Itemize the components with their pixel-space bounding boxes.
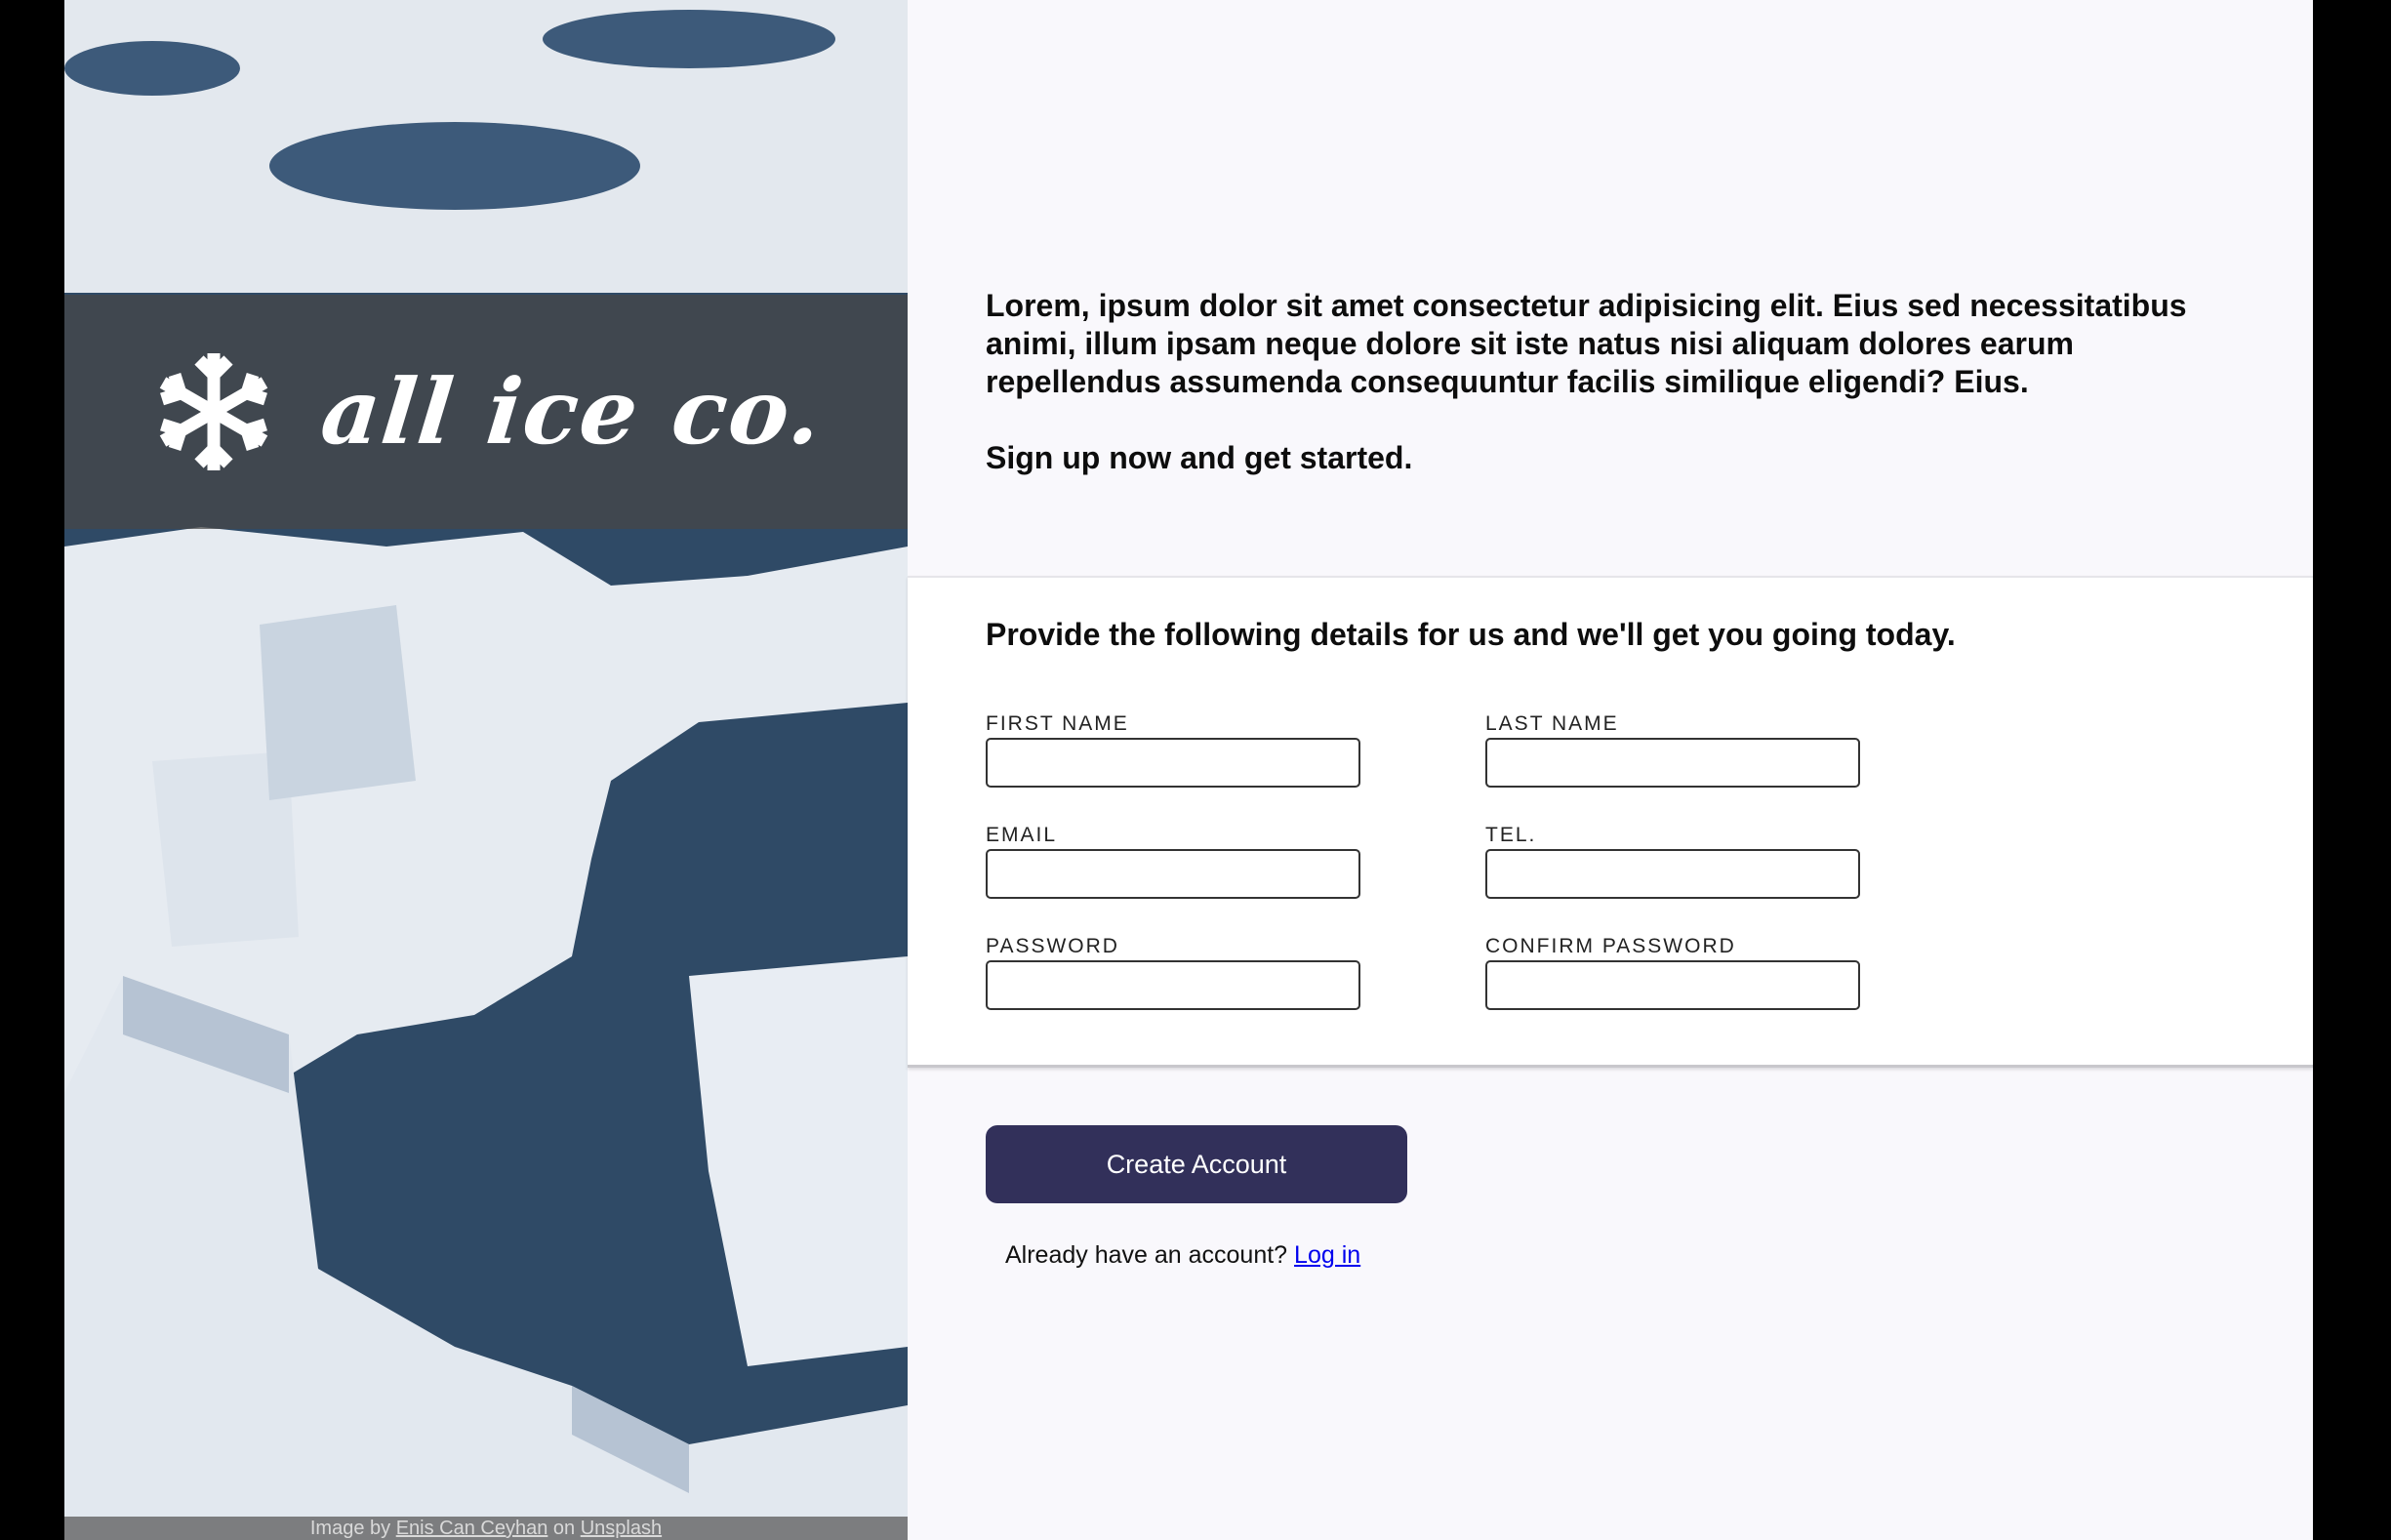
signup-form: Provide the following details for us and… [908, 576, 2313, 1068]
credit-prefix: Image by [309, 1518, 391, 1539]
credit-site-link[interactable]: Unsplash [581, 1518, 662, 1539]
first-name-group: FIRST NAME [986, 712, 1360, 788]
confirm-password-group: CONFIRM PASSWORD [1485, 935, 1860, 1010]
confirm-password-label: CONFIRM PASSWORD [1485, 935, 1736, 957]
email-input[interactable] [986, 849, 1360, 899]
tel-group: TEL. [1485, 824, 1860, 899]
credit-middle: on [552, 1518, 576, 1539]
snowflake-icon [159, 353, 267, 470]
credit-author-link[interactable]: Enis Can Ceyhan [396, 1518, 548, 1539]
right-margin [2313, 0, 2391, 1540]
password-label: PASSWORD [986, 935, 1119, 957]
ice-landscape-illustration [64, 0, 908, 1540]
last-name-group: LAST NAME [1485, 712, 1860, 788]
image-credit: Image by Enis Can Ceyhan on Unsplash [64, 1517, 908, 1540]
confirm-password-input[interactable] [1485, 960, 1860, 1010]
email-group: EMAIL [986, 824, 1360, 899]
intro-paragraph: Lorem, ipsum dolor sit amet consectetur … [986, 288, 2187, 399]
hero-image: all ice co. Image by Enis Can Ceyhan on … [64, 0, 908, 1540]
password-input[interactable] [986, 960, 1360, 1010]
password-group: PASSWORD [986, 935, 1360, 1010]
first-name-input[interactable] [986, 738, 1360, 788]
intro-section: Lorem, ipsum dolor sit amet consectetur … [986, 287, 2254, 515]
brand-name: all ice co. [315, 359, 829, 465]
email-label: EMAIL [986, 824, 1058, 846]
last-name-input[interactable] [1485, 738, 1860, 788]
last-name-label: LAST NAME [1485, 712, 1619, 735]
form-heading: Provide the following details for us and… [986, 617, 1956, 652]
intro-cta: Sign up now and get started. [986, 440, 1413, 475]
logo-banner: all ice co. [64, 295, 908, 529]
first-name-label: FIRST NAME [986, 712, 1129, 735]
login-prompt-line: Already have an account? Log in [1005, 1241, 1360, 1270]
create-account-button[interactable]: Create Account [986, 1125, 1407, 1203]
login-prompt: Already have an account? [1005, 1241, 1288, 1269]
tel-label: TEL. [1485, 824, 1537, 846]
login-link[interactable]: Log in [1294, 1241, 1360, 1269]
signup-panel: Lorem, ipsum dolor sit amet consectetur … [908, 0, 2313, 1540]
tel-input[interactable] [1485, 849, 1860, 899]
